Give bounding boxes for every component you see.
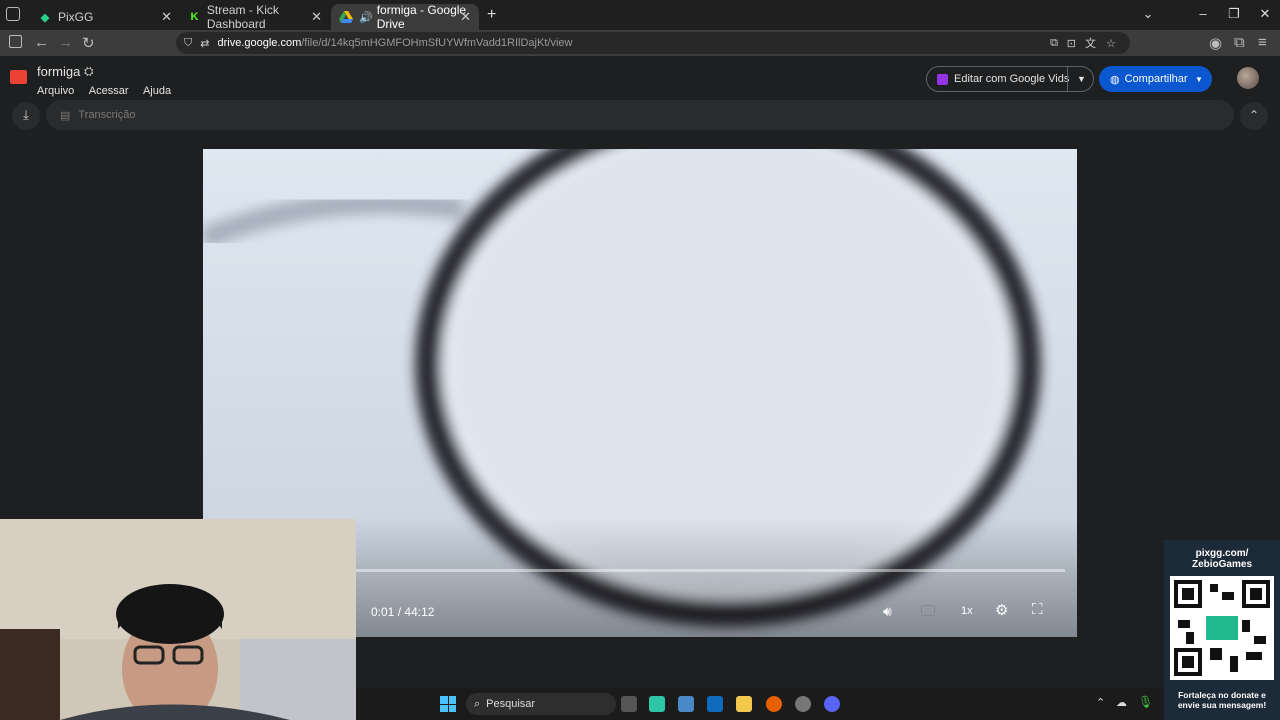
close-tab-icon[interactable]: ✕	[161, 9, 172, 25]
screenshot-icon[interactable]: ⊡	[1067, 37, 1076, 50]
store-icon[interactable]	[678, 696, 694, 712]
fullscreen-icon[interactable]: ⛶	[1032, 601, 1043, 618]
minimize-icon[interactable]: –	[1188, 6, 1218, 21]
pixgg-favicon-icon: ◆	[40, 11, 50, 24]
forward-icon[interactable]: →	[58, 34, 73, 51]
duration: 44:12	[404, 605, 435, 619]
tab-search-icon[interactable]	[6, 7, 20, 21]
tab-kick-dashboard[interactable]: K Stream - Kick Dashboard ✕	[180, 3, 330, 31]
chevron-down-icon[interactable]: ▼	[1195, 75, 1203, 84]
account-icon[interactable]: ◉	[1209, 34, 1222, 52]
browser-tab-strip: ◆ PixGG ✕ K Stream - Kick Dashboard ✕ 🔊 …	[0, 0, 1280, 31]
close-tab-icon[interactable]: ✕	[311, 9, 322, 25]
menu-arquivo[interactable]: Arquivo	[37, 85, 74, 97]
captions-icon[interactable]	[921, 605, 935, 616]
site-settings-icon[interactable]: ⇄	[200, 37, 209, 50]
firefox-icon[interactable]	[766, 696, 782, 712]
file-name[interactable]: formiga	[37, 64, 80, 79]
browser-toolbar: ← → ↻ ⛉ ⇄ drive.google.com/file/d/14kq5m…	[0, 30, 1280, 56]
chevron-down-icon[interactable]: ⌄	[1133, 6, 1163, 22]
video-file-icon	[10, 70, 27, 84]
tab-google-drive[interactable]: 🔊 formiga - Google Drive ✕	[331, 3, 479, 31]
speaker-icon[interactable]: 🔊	[359, 11, 373, 24]
shared-drive-icon: ⛭	[84, 64, 94, 78]
globe-icon: ◍	[1110, 73, 1120, 86]
google-drive-favicon-icon	[339, 10, 353, 24]
avatar[interactable]	[1237, 67, 1259, 89]
pix-donation-panel: pixgg.com/ ZebioGames Fortaleça no donat…	[1164, 540, 1280, 720]
webcam-overlay	[0, 519, 356, 720]
pix-link-line1: pixgg.com/	[1195, 548, 1249, 559]
donate-line2: envie sua mensagem!	[1177, 700, 1267, 710]
task-view-icon[interactable]	[621, 696, 637, 712]
vids-icon	[937, 73, 948, 85]
kick-favicon-icon: K	[190, 11, 199, 23]
taskbar-search-box[interactable]: ⌕ Pesquisar	[466, 693, 616, 715]
address-bar[interactable]: ⛉ ⇄ drive.google.com/file/d/14kq5mHGMFOH…	[176, 32, 1130, 54]
pix-link-line2: ZebioGames	[1191, 559, 1253, 570]
edit-button-label: Editar com Google Vids	[954, 73, 1070, 85]
back-icon[interactable]: ←	[34, 34, 49, 51]
taskbar-search-placeholder: Pesquisar	[486, 698, 536, 710]
menu-icon[interactable]: ≡	[1258, 34, 1267, 51]
current-time: 0:01	[371, 605, 395, 619]
copilot-icon[interactable]	[649, 696, 665, 712]
bookmark-star-icon[interactable]: ☆	[1106, 37, 1116, 50]
tab-title: PixGG	[58, 10, 94, 24]
menu-bar: Arquivo Acessar Ajuda	[37, 81, 181, 99]
onedrive-icon[interactable]: ☁	[1116, 696, 1127, 709]
microphone-icon[interactable]: 🎙︎	[1138, 695, 1153, 709]
url-path: /file/d/14kq5mHGMFOHmSfUYWfmVadd1RIlDajK…	[301, 37, 573, 49]
download-icon[interactable]: ⤓	[12, 102, 40, 130]
webcam-feed	[0, 519, 356, 720]
qr-code-icon	[1170, 576, 1274, 680]
transcript-icon: ▤	[60, 109, 71, 122]
close-tab-icon[interactable]: ✕	[460, 9, 471, 25]
transcript-bar[interactable]: ▤ Transcrição	[46, 100, 1234, 130]
edit-with-vids-button[interactable]: Editar com Google Vids ▼	[926, 66, 1094, 92]
windows-taskbar: ⌕ Pesquisar ⌃ ☁ 🎙︎	[356, 688, 1164, 720]
transcript-label: Transcrição	[78, 109, 136, 121]
chevron-up-icon[interactable]: ⌃	[1240, 102, 1268, 130]
volume-icon[interactable]: 🔊︎	[883, 603, 892, 620]
extensions-icon[interactable]: ⧉	[1234, 34, 1245, 51]
search-icon: ⌕	[474, 697, 481, 710]
time-separator: /	[397, 605, 402, 619]
restore-icon[interactable]: ❐	[1219, 6, 1249, 22]
drive-header: formiga ⛭ Arquivo Acessar Ajuda Editar c…	[0, 56, 1280, 100]
menu-acessar[interactable]: Acessar	[89, 85, 129, 97]
tab-pixgg[interactable]: ◆ PixGG ✕	[30, 4, 180, 30]
new-tab-icon[interactable]: +	[487, 6, 496, 24]
share-button[interactable]: ◍ Compartilhar ▼	[1099, 66, 1212, 92]
mail-icon[interactable]	[707, 696, 723, 712]
sidebar-toggle-icon[interactable]	[9, 35, 22, 48]
file-explorer-icon[interactable]	[736, 696, 752, 712]
shield-icon[interactable]: ⛉	[184, 37, 192, 50]
windows-start-icon[interactable]	[440, 696, 456, 712]
chevron-down-icon[interactable]: ▼	[1077, 74, 1086, 84]
reload-icon[interactable]: ↻	[82, 34, 95, 52]
menu-ajuda[interactable]: Ajuda	[143, 85, 171, 97]
chevron-up-icon[interactable]: ⌃	[1096, 696, 1105, 709]
picture-in-picture-icon[interactable]: ⧉	[1050, 37, 1058, 50]
translate-icon[interactable]: 文	[1085, 35, 1096, 51]
donate-line1: Fortaleça no donate e	[1178, 690, 1266, 700]
settings-gear-icon[interactable]: ⚙	[995, 601, 1008, 619]
chrome-icon[interactable]	[795, 696, 811, 712]
time-display: 0:01 / 44:12	[371, 605, 434, 619]
close-window-icon[interactable]: ✕	[1250, 6, 1280, 22]
url-host: drive.google.com	[217, 37, 302, 49]
discord-icon[interactable]	[824, 696, 840, 712]
playback-speed[interactable]: 1x	[961, 605, 973, 617]
share-button-label: Compartilhar	[1124, 73, 1188, 85]
